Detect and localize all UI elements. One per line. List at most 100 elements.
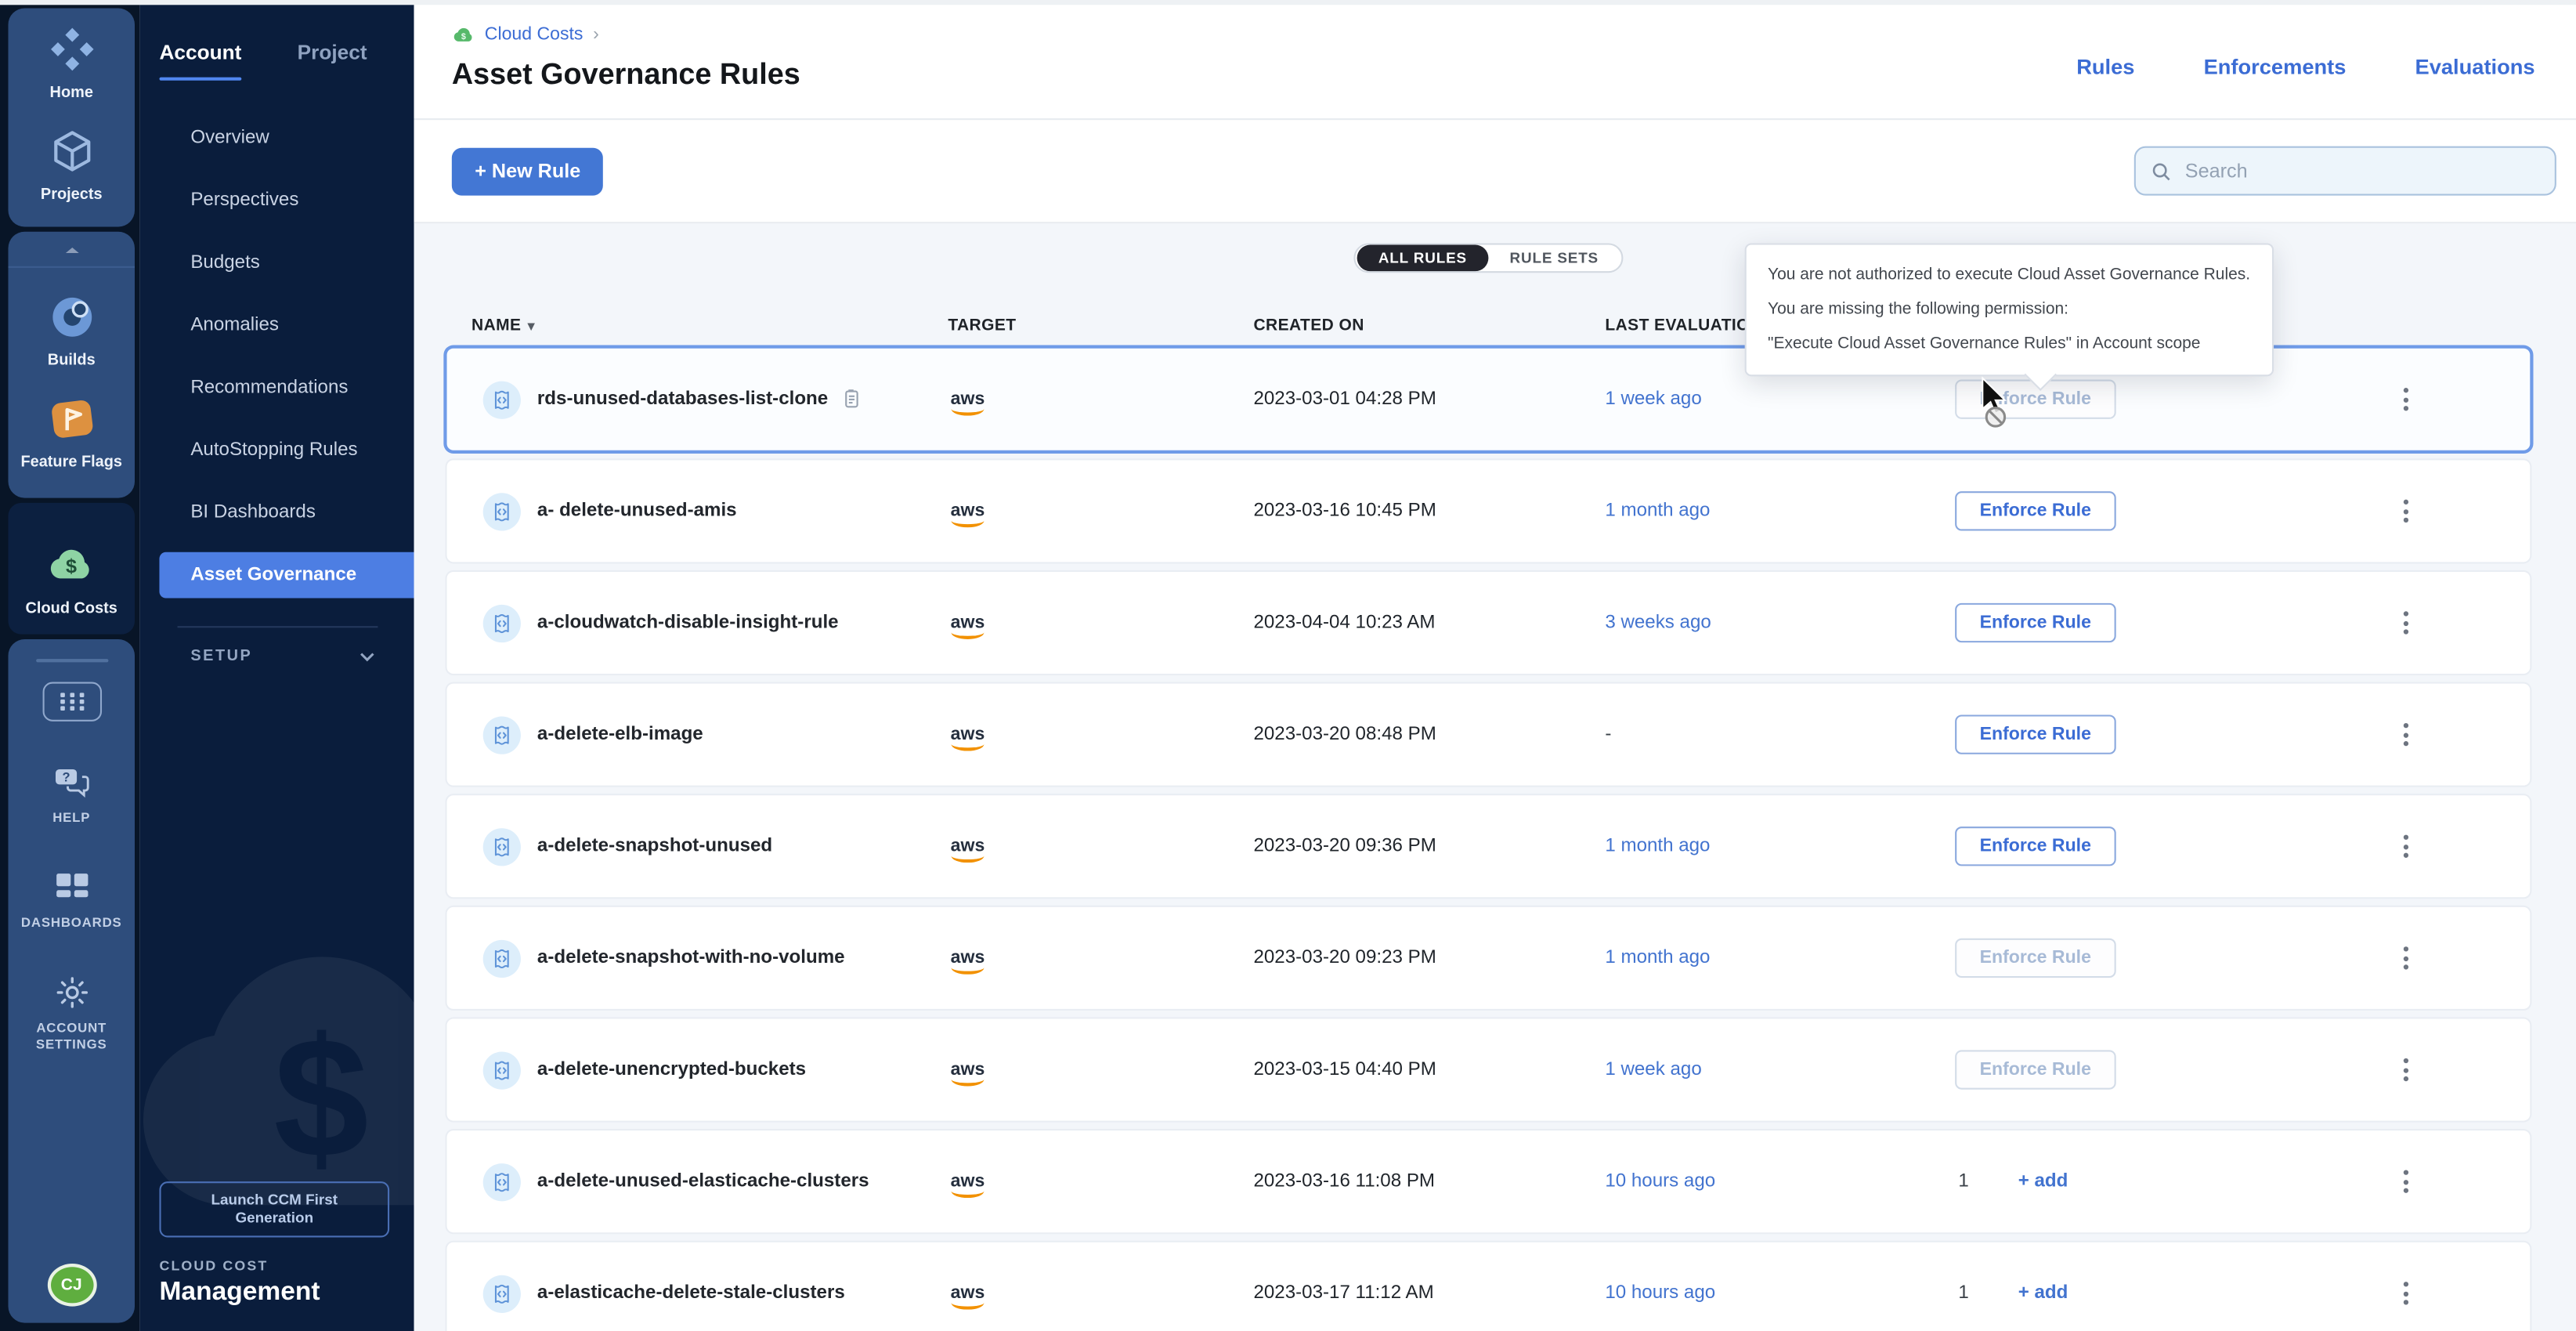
created-on-cell: 2023-03-16 10:45 PM bbox=[1253, 501, 1605, 521]
target-cell: aws bbox=[948, 494, 1253, 527]
sidebar-item-asset-governance[interactable]: Asset Governance bbox=[159, 552, 414, 599]
enforce-rule-button[interactable]: Enforce Rule bbox=[1955, 603, 2115, 642]
target-cell: aws bbox=[948, 383, 1253, 416]
enforce-rule-button[interactable]: Enforce Rule bbox=[1955, 939, 2115, 978]
sidebar-item-budgets[interactable]: Budgets bbox=[139, 232, 414, 295]
app-root: HomeProjects BuildsFeature Flags $Cloud … bbox=[0, 0, 2576, 1331]
top-nav: Rules Enforcements Evaluations bbox=[2076, 54, 2534, 78]
rule-badge bbox=[483, 604, 521, 642]
toggle-option-rule-sets[interactable]: RULE SETS bbox=[1488, 245, 1620, 272]
rail-item-dashboards[interactable]: DASHBOARDS bbox=[21, 866, 122, 931]
sidebar-item-recommendations[interactable]: Recommendations bbox=[139, 356, 414, 419]
rule-icon bbox=[483, 596, 521, 649]
column-header-name[interactable]: NAME ▾ bbox=[447, 316, 948, 335]
enforce-rule-button[interactable]: Enforce Rule bbox=[1955, 826, 2115, 866]
rail-item-label: Cloud Costs bbox=[26, 600, 117, 618]
rail-item-account-settings[interactable]: ACCOUNT SETTINGS bbox=[8, 971, 135, 1054]
rail-item-cloud-costs[interactable]: $Cloud Costs bbox=[26, 539, 117, 618]
module-grid-button[interactable] bbox=[42, 682, 101, 722]
row-menu-button[interactable] bbox=[2394, 825, 2420, 868]
module-rail: Home Projects Builds Feature Flags $Cloud … bbox=[0, 5, 139, 1331]
table-row[interactable]: a-elasticache-delete-stale-clustersaws20… bbox=[447, 1242, 2531, 1331]
nav-link-evaluations[interactable]: Evaluations bbox=[2415, 54, 2535, 78]
row-menu-button[interactable] bbox=[2394, 1272, 2420, 1315]
search-icon bbox=[2151, 161, 2172, 182]
rule-badge bbox=[483, 1275, 521, 1312]
new-rule-button[interactable]: + New Rule bbox=[452, 147, 604, 195]
avatar[interactable]: CJ bbox=[47, 1264, 96, 1307]
sidebar-divider bbox=[178, 626, 378, 628]
table-row[interactable]: a-delete-elb-imageaws2023-03-20 08:48 PM… bbox=[447, 684, 2531, 786]
rule-badge bbox=[483, 1051, 521, 1088]
action-cell: Enforce Rule bbox=[1955, 603, 2394, 642]
table-row[interactable]: a-cloudwatch-disable-insight-ruleaws2023… bbox=[447, 572, 2531, 674]
chevron-up-icon bbox=[58, 236, 85, 262]
setup-label: SETUP bbox=[190, 646, 252, 664]
toggle-option-all-rules[interactable]: ALL RULES bbox=[1357, 245, 1489, 272]
row-menu-button[interactable] bbox=[2394, 602, 2420, 645]
launch-ccm-first-gen-button[interactable]: Launch CCM First Generation bbox=[159, 1181, 389, 1237]
rule-icon-cell bbox=[447, 939, 537, 977]
menu-cell bbox=[2394, 937, 2530, 980]
row-menu-button[interactable] bbox=[2394, 1048, 2420, 1091]
aws-logo: aws bbox=[948, 503, 987, 527]
collapse-rail-button[interactable] bbox=[8, 232, 135, 268]
rule-icon bbox=[483, 1043, 521, 1096]
row-menu-button[interactable] bbox=[2394, 1160, 2420, 1203]
created-on-cell: 2023-03-01 04:28 PM bbox=[1253, 389, 1605, 409]
action-cell: Enforce Rule bbox=[1955, 1050, 2394, 1089]
sidebar-item-bi-dashboards[interactable]: BI Dashboards bbox=[139, 482, 414, 544]
nav-link-enforcements[interactable]: Enforcements bbox=[2204, 54, 2347, 78]
enforce-rule-button[interactable]: Enforce Rule bbox=[1955, 1050, 2115, 1089]
tab-project[interactable]: Project bbox=[298, 41, 367, 80]
last-evaluation-cell: 1 month ago bbox=[1605, 837, 1955, 856]
add-enforcement-button[interactable]: + add bbox=[2018, 1172, 2068, 1192]
rail-item-label: DASHBOARDS bbox=[21, 915, 122, 931]
row-menu-button[interactable] bbox=[2394, 490, 2420, 533]
table-row[interactable]: a-delete-unencrypted-bucketsaws2023-03-1… bbox=[447, 1019, 2531, 1121]
rule-icon-cell bbox=[447, 1275, 537, 1312]
sidebar-spacer: $ bbox=[139, 671, 414, 1181]
sidebar-item-autostopping-rules[interactable]: AutoStopping Rules bbox=[139, 419, 414, 482]
copy-icon[interactable] bbox=[841, 388, 861, 411]
help-chat-icon: ? bbox=[50, 761, 93, 804]
builds-icon bbox=[45, 291, 98, 343]
row-menu-button[interactable] bbox=[2394, 713, 2420, 756]
module-grid-icon bbox=[56, 690, 86, 713]
rail-item-help[interactable]: ?HELP bbox=[50, 761, 93, 826]
action-cell: Enforce Rule bbox=[1955, 826, 2394, 866]
sidebar-item-setup[interactable]: SETUP bbox=[139, 641, 414, 671]
rule-name: a-delete-snapshot-unused bbox=[537, 837, 772, 856]
target-cell: aws bbox=[948, 942, 1253, 975]
breadcrumb-cloud-costs-link[interactable]: Cloud Costs bbox=[485, 24, 583, 44]
sidebar-item-perspectives[interactable]: Perspectives bbox=[139, 169, 414, 232]
row-menu-button[interactable] bbox=[2394, 378, 2420, 421]
table-row[interactable]: a-delete-snapshot-unusedaws2023-03-20 09… bbox=[447, 795, 2531, 897]
rail-item-projects[interactable]: Projects bbox=[41, 125, 103, 204]
table-row[interactable]: a- delete-unused-amisaws2023-03-16 10:45… bbox=[447, 460, 2531, 562]
enforce-rule-button[interactable]: Enforce Rule bbox=[1955, 714, 2115, 754]
breadcrumb-separator: › bbox=[593, 24, 599, 44]
permission-tooltip: You are not authorized to execute Cloud … bbox=[1745, 243, 2274, 376]
rail-item-builds[interactable]: Builds bbox=[45, 291, 98, 370]
sidebar: Account Project OverviewPerspectivesBudge… bbox=[139, 5, 414, 1331]
last-evaluation-cell: 1 month ago bbox=[1605, 501, 1955, 521]
search-input[interactable] bbox=[2182, 157, 2540, 184]
row-menu-button[interactable] bbox=[2394, 937, 2420, 980]
rule-badge bbox=[483, 381, 521, 418]
aws-logo: aws bbox=[948, 726, 987, 750]
sidebar-item-overview[interactable]: Overview bbox=[139, 107, 414, 169]
add-enforcement-button[interactable]: + add bbox=[2018, 1283, 2068, 1303]
rule-name-cell: rds-unused-databases-list-clone bbox=[537, 388, 948, 411]
nav-link-rules[interactable]: Rules bbox=[2076, 54, 2134, 78]
table-row[interactable]: a-delete-unused-elasticache-clustersaws2… bbox=[447, 1130, 2531, 1232]
rules-table-body: rds-unused-databases-list-cloneaws2023-0… bbox=[447, 349, 2531, 1331]
sidebar-item-anomalies[interactable]: Anomalies bbox=[139, 294, 414, 356]
table-row[interactable]: a-delete-snapshot-with-no-volumeaws2023-… bbox=[447, 907, 2531, 1009]
rail-item-home[interactable]: Home bbox=[45, 23, 98, 102]
rail-item-feature-flags[interactable]: Feature Flags bbox=[20, 392, 122, 472]
enforce-rule-button[interactable]: Enforce Rule bbox=[1955, 491, 2115, 530]
target-cell: aws bbox=[948, 1277, 1253, 1310]
aws-logo-text: aws bbox=[951, 1174, 985, 1190]
tab-account[interactable]: Account bbox=[159, 41, 241, 80]
